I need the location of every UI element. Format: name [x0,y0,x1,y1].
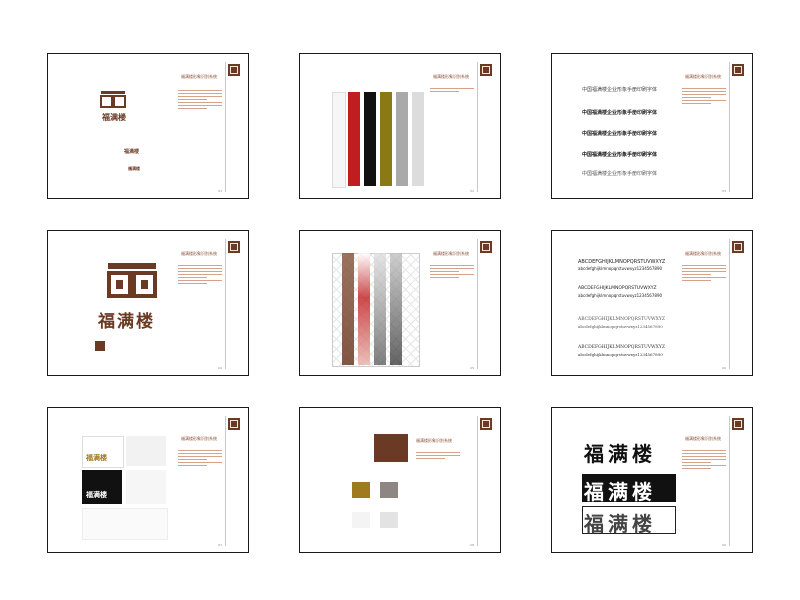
page-title: 福满楼形象识别系统 [181,74,217,79]
manual-page-3[interactable]: 福满楼形象识别系统 中国福满楼企业形象手册印刷字体 中国福满楼企业形象手册印刷字… [551,53,753,199]
alphabet-1: ABCDEFGHIJKLMNOPQRSTUVWXYZ [578,259,666,265]
alphabet-5: ABCDEFGHIJKLMNOPQRSTUVWXYZ [578,317,665,322]
logo-wordmark: 福满楼 [102,112,126,122]
manual-page-2[interactable]: 福满楼形象识别系统 02 [299,53,501,199]
font-sample-1: 中国福满楼企业形象手册印刷字体 [582,87,658,93]
body-text [682,265,726,281]
page-divider [729,239,730,369]
body-text [682,88,726,104]
page-number: 08 [470,543,474,547]
page-title: 福满楼形象识别系统 [433,74,469,79]
manual-page-9[interactable]: 福满楼形象识别系统 福满楼 福满楼 福满楼 09 [551,407,753,553]
color-column-light [412,92,424,186]
body-text [682,450,726,469]
brand-logo-icon [228,64,240,76]
brand-logo-icon [480,241,492,253]
font-sample-3: 中国福满楼企业形象手册印刷字体 [582,131,658,137]
page-number: 05 [470,366,474,370]
logo-small-2: 福满楼 [128,166,140,171]
alphabet-2: abcdefghijklmnopqrstuvwxyz1234567890 [578,266,663,271]
logo-grid-light-2 [126,470,166,504]
page-divider [225,239,226,369]
grid-column-brand [342,253,354,365]
alphabet-6: abcdefghijklmnopqrstuvwxyz1234567890 [578,324,663,329]
logo-calligraphy-outline: 福满楼 [584,512,656,536]
page-number: 04 [218,366,222,370]
page-divider [225,416,226,546]
page-divider [477,62,478,192]
logo-white: 福满楼 [86,490,107,499]
swatch-light [380,512,398,528]
logo-mark-large-icon [107,263,157,298]
page-divider [225,62,226,192]
page-title: 福满楼形象识别系统 [685,251,721,256]
manual-page-8[interactable]: 福满楼形象识别系统 08 [299,407,501,553]
body-text [178,450,222,466]
page-title: 福满楼形象识别系统 [685,436,721,441]
page-number: 09 [722,543,726,547]
page-divider [729,62,730,192]
brand-logo-icon [480,418,492,430]
grid-column-gray [374,253,386,365]
font-sample-4: 中国福满楼企业形象手册印刷字体 [582,152,658,158]
font-sample-2: 中国福满楼企业形象手册印刷字体 [582,110,658,116]
page-divider [729,416,730,546]
brand-logo-icon [228,418,240,430]
body-text [178,265,222,284]
page-number: 03 [722,189,726,193]
manual-page-1[interactable]: 福满楼形象识别系统 福满楼 福满楼 福满楼 01 [47,53,249,199]
grid-column-red [358,253,370,365]
body-text [416,452,460,459]
swatch-white [352,512,370,528]
color-column-olive [380,92,392,186]
logo-wordmark: 福满楼 [98,312,155,332]
alphabet-4: abcdefghijklmnopqrstuvwxyz1234567890 [578,293,663,298]
page-title: 福满楼形象识别系统 [433,251,469,256]
page-number: 07 [218,543,222,547]
brand-logo-icon [732,64,744,76]
alphabet-3: ABCDEFGHIJKLMNOPQRSTUVWXYZ [578,286,657,291]
font-sample-5: 中国福满楼企业形象手册印刷字体 [582,171,658,177]
logo-gold: 福满楼 [86,453,107,462]
logo-grid-light-1 [126,436,166,466]
page-title: 福满楼形象识别系统 [685,74,721,79]
manual-page-4[interactable]: 福满楼形象识别系统 福满楼 04 [47,230,249,376]
brand-color-chip [95,341,105,351]
brand-logo-icon [732,241,744,253]
logo-calligraphy-black: 福满楼 [584,442,656,466]
swatch-gold [352,482,370,498]
logo-grid-light-3 [82,508,168,540]
logo-calligraphy-white: 福满楼 [584,480,656,504]
brand-logo-icon [732,418,744,430]
alphabet-8: abcdefghijklmnopqrstuvwxyz1234567890 [578,352,663,357]
page-number: 01 [218,189,222,193]
body-text [178,90,222,109]
grid-column-dark [390,253,402,365]
swatch-brown [374,434,408,462]
page-title: 福满楼形象识别系统 [181,436,217,441]
logo-small: 福满楼 [124,149,140,155]
color-column-gray [396,92,408,186]
page-number: 02 [470,189,474,193]
manual-page-5[interactable]: 福满楼形象识别系统 05 [299,230,501,376]
page-divider [477,416,478,546]
alphabet-7: ABCDEFGHIJKLMNOPQRSTUVWXYZ [578,345,665,350]
brand-logo-icon [480,64,492,76]
manual-page-7[interactable]: 福满楼形象识别系统 福满楼 福满楼 07 [47,407,249,553]
body-text [430,88,474,92]
swatch-gray [380,482,398,498]
logo-mark-icon [100,91,126,108]
brand-logo-icon [228,241,240,253]
body-text [430,265,474,278]
page-divider [477,239,478,369]
color-column-red [348,92,360,186]
page-title: 福满楼形象识别系统 [181,251,217,256]
color-column-white [332,92,346,188]
page-title: 福满楼形象识别系统 [416,438,452,443]
page-number: 06 [722,366,726,370]
manual-page-6[interactable]: 福满楼形象识别系统 ABCDEFGHIJKLMNOPQRSTUVWXYZ abc… [551,230,753,376]
color-column-black [364,92,376,186]
logo-on-white [82,436,124,468]
